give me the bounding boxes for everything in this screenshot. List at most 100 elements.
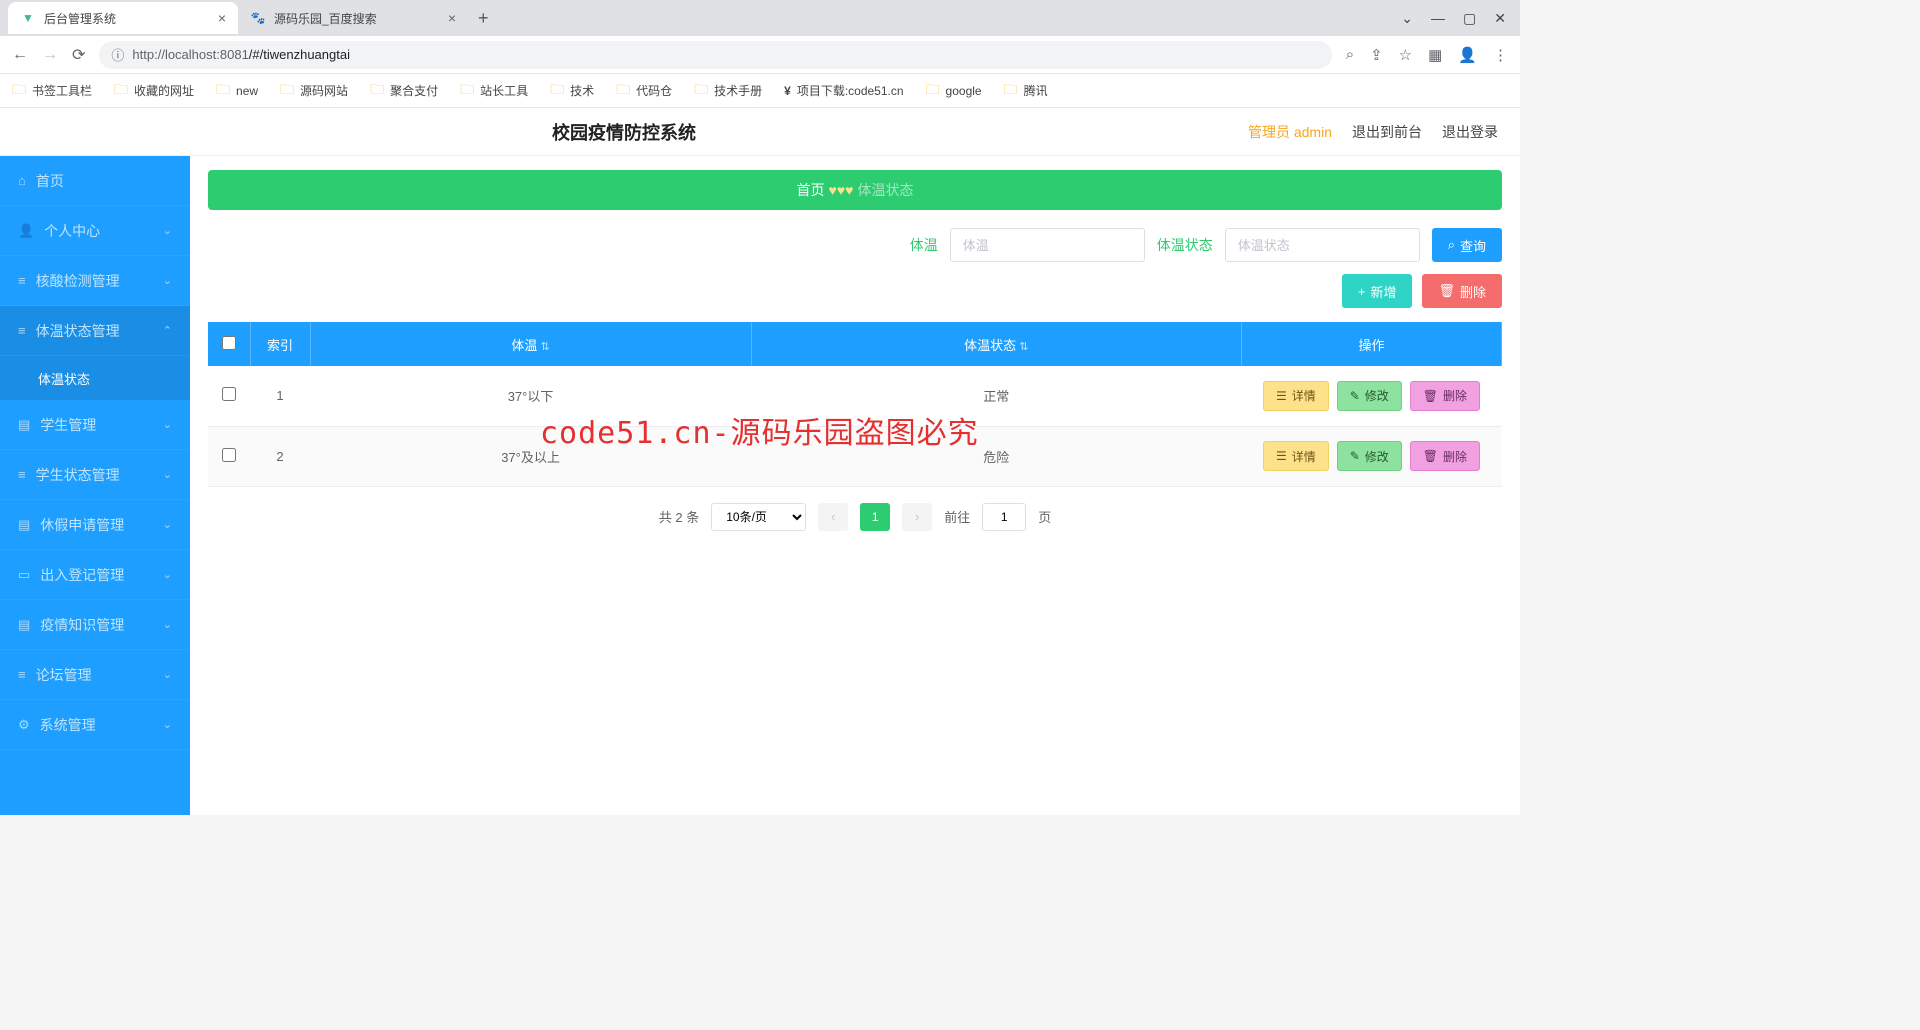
sidebar-item-home[interactable]: ⌂首页 bbox=[0, 156, 190, 206]
doc-icon: ▤ bbox=[18, 517, 30, 533]
folder-icon: 🗀 bbox=[550, 79, 564, 103]
menu-icon[interactable]: ⋮ bbox=[1493, 46, 1508, 64]
page-size-select[interactable]: 10条/页 bbox=[711, 503, 806, 531]
pagination: 共 2 条 10条/页 ‹ 1 › 前往 页 bbox=[208, 503, 1502, 531]
bookmark-item[interactable]: ¥项目下载:code51.cn bbox=[784, 82, 903, 99]
filter-input-status[interactable] bbox=[1225, 228, 1420, 262]
browser-chrome: ▼ 后台管理系统 × 🐾 源码乐园_百度搜索 × + ⌄ — ▢ ✕ ← → ⟳… bbox=[0, 0, 1520, 108]
doc-icon: ▤ bbox=[18, 617, 30, 633]
browser-tab[interactable]: 🐾 源码乐园_百度搜索 × bbox=[238, 2, 468, 34]
col-ops: 操作 bbox=[1242, 322, 1502, 366]
address-bar: ← → ⟳ ⓘ http://localhost:8081/#/tiwenzhu… bbox=[0, 36, 1520, 74]
sidebar: ⌂首页 👤个人中心⌄ ≡核酸检测管理⌄ ≡体温状态管理⌃ 体温状态 ▤学生管理⌄… bbox=[0, 156, 190, 815]
bookmark-item[interactable]: 🗀收藏的网址 bbox=[114, 79, 194, 103]
extensions-icon[interactable]: ▦ bbox=[1428, 46, 1442, 64]
chevron-down-icon[interactable]: ⌄ bbox=[1401, 10, 1413, 27]
bookmark-item[interactable]: 🗀技术 bbox=[550, 79, 594, 103]
row-checkbox[interactable] bbox=[222, 387, 236, 401]
row-delete-button[interactable]: 🗑删除 bbox=[1410, 441, 1480, 471]
url-path: /#/tiwenzhuangtai bbox=[249, 47, 350, 62]
page-number[interactable]: 1 bbox=[860, 503, 890, 531]
search-icon[interactable]: ⌕ bbox=[1346, 46, 1354, 64]
breadcrumb-home[interactable]: 首页 bbox=[797, 180, 825, 200]
sidebar-subitem-temp-status[interactable]: 体温状态 bbox=[0, 356, 190, 400]
minimize-icon[interactable]: — bbox=[1431, 10, 1445, 27]
folder-icon: 🗀 bbox=[280, 79, 294, 103]
chevron-down-icon: ⌄ bbox=[163, 618, 172, 631]
close-window-icon[interactable]: ✕ bbox=[1494, 10, 1506, 27]
main-content: 首页 ♥♥♥ 体温状态 体温 体温状态 ⌕查询 +新增 🗑删除 索引 体温⇅ 体… bbox=[190, 156, 1520, 815]
sidebar-item-students[interactable]: ▤学生管理⌄ bbox=[0, 400, 190, 450]
url-input[interactable]: ⓘ http://localhost:8081/#/tiwenzhuangtai bbox=[99, 41, 1331, 69]
folder-icon: 🗀 bbox=[616, 79, 630, 103]
chevron-down-icon: ⌄ bbox=[163, 224, 172, 237]
detail-button[interactable]: ☰详情 bbox=[1263, 441, 1329, 471]
reload-button[interactable]: ⟳ bbox=[72, 45, 85, 65]
select-all-checkbox[interactable] bbox=[222, 336, 236, 350]
edit-button[interactable]: ✎修改 bbox=[1337, 381, 1402, 411]
edit-button[interactable]: ✎修改 bbox=[1337, 441, 1402, 471]
goto-page-input[interactable] bbox=[982, 503, 1026, 531]
edit-icon: ✎ bbox=[1350, 449, 1360, 463]
sidebar-item-system[interactable]: ⚙系统管理⌄ bbox=[0, 700, 190, 750]
sidebar-item-knowledge[interactable]: ▤疫情知识管理⌄ bbox=[0, 600, 190, 650]
browser-tab-active[interactable]: ▼ 后台管理系统 × bbox=[8, 2, 238, 34]
sidebar-item-student-status[interactable]: ≡学生状态管理⌄ bbox=[0, 450, 190, 500]
bookmark-item[interactable]: 🗀聚合支付 bbox=[370, 79, 438, 103]
app-header: 校园疫情防控系统 管理员 admin 退出到前台 退出登录 bbox=[0, 108, 1520, 156]
bookmark-item[interactable]: 🗀代码仓 bbox=[616, 79, 672, 103]
maximize-icon[interactable]: ▢ bbox=[1463, 10, 1476, 27]
star-icon[interactable]: ☆ bbox=[1399, 46, 1412, 64]
close-icon[interactable]: × bbox=[218, 10, 226, 26]
add-button[interactable]: +新增 bbox=[1342, 274, 1413, 308]
filter-input-temp[interactable] bbox=[950, 228, 1145, 262]
back-button[interactable]: ← bbox=[12, 46, 28, 64]
forward-button[interactable]: → bbox=[42, 46, 58, 64]
chevron-up-icon: ⌃ bbox=[163, 324, 172, 337]
share-icon[interactable]: ⇪ bbox=[1370, 46, 1383, 64]
filter-row: 体温 体温状态 ⌕查询 bbox=[208, 228, 1502, 262]
search-button[interactable]: ⌕查询 bbox=[1432, 228, 1502, 262]
cell-status: 危险 bbox=[751, 426, 1241, 486]
chevron-down-icon: ⌄ bbox=[163, 668, 172, 681]
col-temp[interactable]: 体温⇅ bbox=[310, 322, 751, 366]
sidebar-item-nucleic[interactable]: ≡核酸检测管理⌄ bbox=[0, 256, 190, 306]
doc-icon: ▤ bbox=[18, 417, 30, 433]
bookmark-item[interactable]: 🗀源码网站 bbox=[280, 79, 348, 103]
current-user: 管理员 admin bbox=[1248, 122, 1332, 142]
new-tab-button[interactable]: + bbox=[468, 8, 499, 29]
next-page-button[interactable]: › bbox=[902, 503, 932, 531]
sidebar-item-forum[interactable]: ≡论坛管理⌄ bbox=[0, 650, 190, 700]
bookmark-item[interactable]: 🗀技术手册 bbox=[694, 79, 762, 103]
avatar-icon[interactable]: 👤 bbox=[1458, 46, 1477, 64]
delete-button[interactable]: 🗑删除 bbox=[1422, 274, 1502, 308]
detail-button[interactable]: ☰详情 bbox=[1263, 381, 1329, 411]
logout-link[interactable]: 退出登录 bbox=[1442, 122, 1498, 142]
row-delete-button[interactable]: 🗑删除 bbox=[1410, 381, 1480, 411]
detail-icon: ☰ bbox=[1276, 389, 1287, 403]
chevron-down-icon: ⌄ bbox=[163, 568, 172, 581]
close-icon[interactable]: × bbox=[448, 10, 456, 26]
goto-front-link[interactable]: 退出到前台 bbox=[1352, 122, 1422, 142]
row-checkbox[interactable] bbox=[222, 448, 236, 462]
bookmark-item[interactable]: 🗀书签工具栏 bbox=[12, 79, 92, 103]
sidebar-item-profile[interactable]: 👤个人中心⌄ bbox=[0, 206, 190, 256]
sidebar-item-leave[interactable]: ▤休假申请管理⌄ bbox=[0, 500, 190, 550]
prev-page-button[interactable]: ‹ bbox=[818, 503, 848, 531]
sort-icon: ⇅ bbox=[1019, 341, 1028, 353]
folder-icon: 🗀 bbox=[926, 79, 940, 103]
sidebar-item-entry[interactable]: ▭出入登记管理⌄ bbox=[0, 550, 190, 600]
col-status[interactable]: 体温状态⇅ bbox=[751, 322, 1241, 366]
data-table: 索引 体温⇅ 体温状态⇅ 操作 1 37°以下 正常 ☰详情 ✎修改 🗑删除 bbox=[208, 322, 1502, 487]
breadcrumb-current: 体温状态 bbox=[857, 180, 913, 200]
sidebar-item-temp-status[interactable]: ≡体温状态管理⌃ bbox=[0, 306, 190, 356]
chevron-down-icon: ⌄ bbox=[163, 418, 172, 431]
hearts-icon: ♥♥♥ bbox=[829, 182, 854, 198]
bookmark-item[interactable]: 🗀google bbox=[926, 79, 982, 103]
bookmark-item[interactable]: 🗀new bbox=[216, 79, 258, 103]
bookmark-item[interactable]: 🗀站长工具 bbox=[460, 79, 528, 103]
goto-prefix: 前往 bbox=[944, 507, 970, 526]
filter-label-temp: 体温 bbox=[910, 235, 938, 255]
bookmark-item[interactable]: 🗀腾讯 bbox=[1004, 79, 1048, 103]
filter-label-status: 体温状态 bbox=[1157, 235, 1213, 255]
